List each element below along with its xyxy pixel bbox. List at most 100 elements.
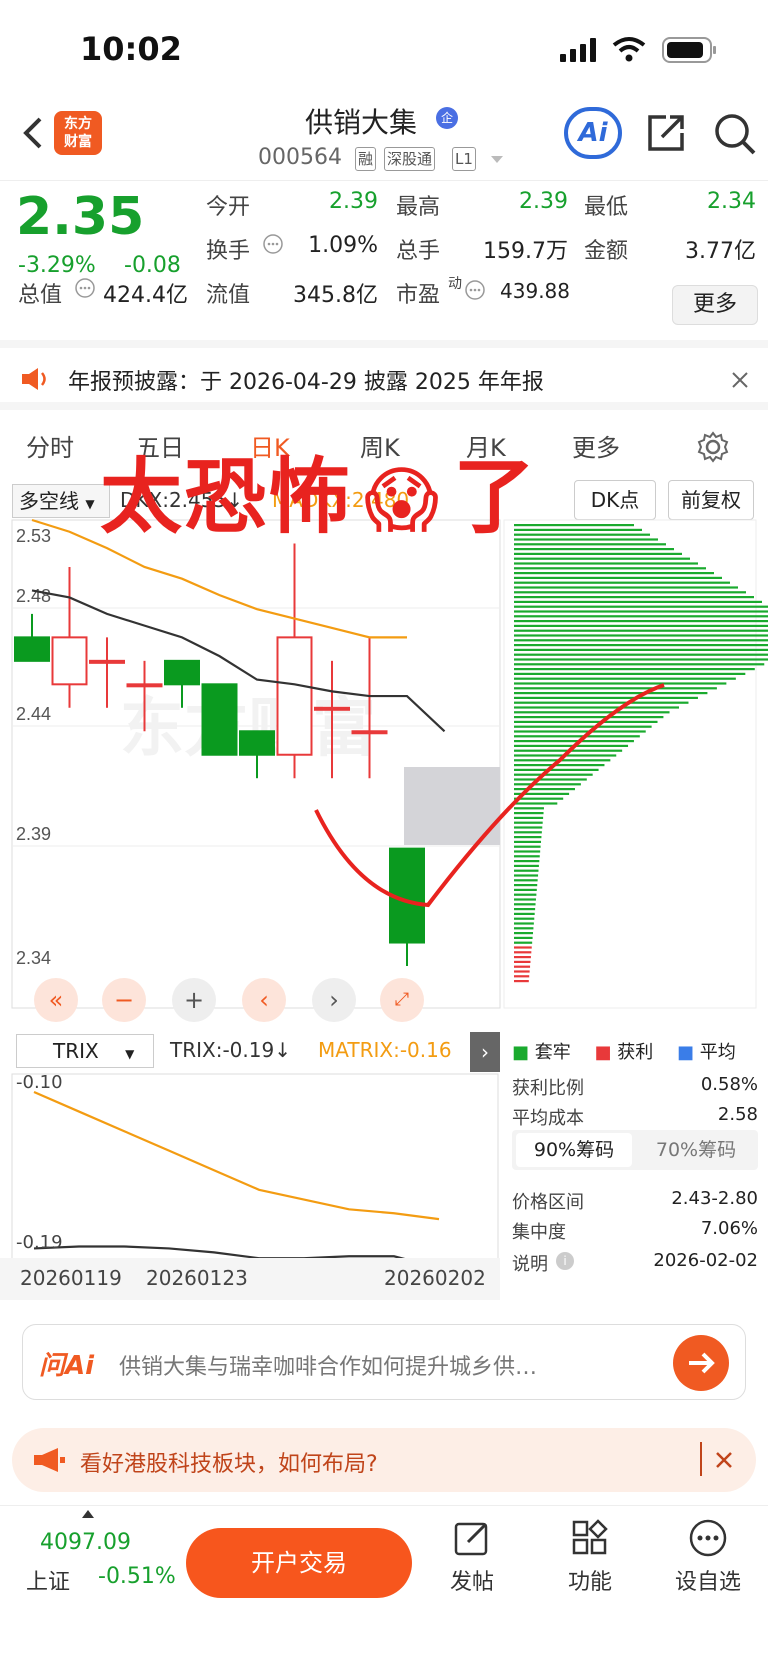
info-dots-icon[interactable] xyxy=(74,277,96,299)
zoom-out-icon[interactable]: − xyxy=(102,978,146,1022)
index-value[interactable]: 4097.09 xyxy=(40,1530,131,1555)
chip-bar xyxy=(514,864,539,867)
change-amount: -0.08 xyxy=(124,253,181,278)
back-arrow-icon[interactable] xyxy=(18,113,48,153)
chip-bar xyxy=(514,941,533,944)
chip-bar xyxy=(514,634,768,637)
chip-bar xyxy=(514,576,722,579)
low-value: 2.34 xyxy=(707,189,756,214)
date-label: 20260202 xyxy=(384,1266,486,1290)
pe-value: 439.88 xyxy=(500,279,570,303)
y-axis-label: 2.34 xyxy=(16,948,51,968)
battery-icon xyxy=(662,37,716,63)
enterprise-badge: 企 xyxy=(436,107,458,129)
turnover-label: 换手 xyxy=(206,239,251,264)
scream-emoji: 😱 xyxy=(364,458,442,542)
chip-bar xyxy=(514,927,534,930)
float-cap-label: 流值 xyxy=(206,283,251,308)
status-time: 10:02 xyxy=(80,30,182,68)
chip-bar xyxy=(514,663,765,666)
connect-tag: 深股通 xyxy=(384,147,436,171)
info-dots-icon[interactable] xyxy=(464,279,486,301)
chip-bar xyxy=(514,778,587,781)
info-dots-icon[interactable] xyxy=(262,233,284,255)
chip-bar xyxy=(514,850,541,853)
wifi-icon xyxy=(612,37,646,62)
notice-text: 年报预披露：于 2026-04-29 披露 2025 年年报 xyxy=(68,370,544,395)
more-dots-icon xyxy=(689,1519,727,1557)
grid-icon xyxy=(572,1519,608,1555)
chip-bar xyxy=(514,624,768,627)
amount-label: 金额 xyxy=(584,239,629,264)
nav-post[interactable]: 发帖 xyxy=(432,1518,512,1596)
chevron-down-icon[interactable] xyxy=(490,155,504,165)
candle xyxy=(314,706,350,711)
divider xyxy=(700,1442,702,1476)
promo-banner[interactable]: 看好港股科技板块，如何布局? xyxy=(12,1428,756,1492)
candle xyxy=(51,636,88,686)
promo-text: 看好港股科技板块，如何布局? xyxy=(80,1452,378,1477)
tab-chip-90[interactable]: 90%筹码 xyxy=(516,1133,632,1167)
chip-bar xyxy=(514,840,542,843)
candle xyxy=(239,730,275,756)
chip-bar xyxy=(514,639,768,642)
chip-bar xyxy=(514,836,542,839)
chip-bar xyxy=(514,917,535,920)
info-icon[interactable]: i xyxy=(556,1252,574,1270)
candle xyxy=(351,730,388,735)
chip-bar xyxy=(514,653,768,656)
chevron-left-icon[interactable]: ‹ xyxy=(242,978,286,1022)
status-bar: 10:02 xyxy=(0,0,768,100)
chip-bar xyxy=(514,970,530,973)
logo-line-1: 东方 xyxy=(64,116,92,132)
pe-dynamic-tag: 动 xyxy=(448,276,462,292)
legend-profit: 获利 xyxy=(617,1042,654,1063)
y-axis-label: 2.53 xyxy=(16,526,51,546)
chip-bar xyxy=(514,860,540,863)
candle xyxy=(14,636,50,662)
chip-bar xyxy=(514,912,535,915)
search-icon[interactable] xyxy=(712,111,758,157)
notice-bar[interactable]: 年报预披露：于 2026-04-29 披露 2025 年年报 xyxy=(0,340,768,410)
chip-bar xyxy=(514,807,544,810)
ask-ai-input[interactable]: 问Ai 供销大集与瑞幸咖啡合作如何提升城乡供… xyxy=(22,1324,746,1400)
send-button[interactable] xyxy=(673,1335,729,1391)
candlestick-chart[interactable]: 东方财富 2.532.482.442.392.34 xyxy=(0,480,768,1030)
zoom-in-icon[interactable]: + xyxy=(172,978,216,1022)
index-name[interactable]: 上证 xyxy=(26,1564,70,1596)
eastmoney-logo: 东方 财富 xyxy=(54,111,102,155)
close-icon[interactable] xyxy=(730,370,750,390)
chip-bar xyxy=(514,562,698,565)
gear-icon[interactable] xyxy=(696,430,730,464)
concentration-label: 集中度 xyxy=(512,1222,566,1243)
chip-bar xyxy=(514,672,746,675)
ai-button[interactable]: Ai xyxy=(564,107,622,159)
index-change[interactable]: -0.51% xyxy=(98,1564,176,1589)
candle xyxy=(276,636,313,756)
tab-intraday[interactable]: 分时 xyxy=(26,428,74,463)
profit-ratio-value: 0.58% xyxy=(700,1074,758,1095)
fullscreen-icon[interactable]: ⤢ xyxy=(380,978,424,1022)
legend-marker-profit: ■ xyxy=(594,1042,612,1063)
rewind-icon[interactable]: « xyxy=(34,978,78,1022)
trade-button[interactable]: 开户交易 xyxy=(186,1528,412,1598)
chip-bar xyxy=(514,788,575,791)
share-icon[interactable] xyxy=(644,111,688,155)
nav-watchlist[interactable]: 设自选 xyxy=(668,1518,748,1596)
chip-bar xyxy=(514,874,539,877)
close-icon[interactable] xyxy=(714,1450,734,1470)
chip-bar xyxy=(514,720,658,723)
logo-line-2: 财富 xyxy=(64,134,92,150)
nav-functions[interactable]: 功能 xyxy=(550,1518,630,1596)
chip-bar xyxy=(514,620,768,623)
tab-more[interactable]: 更多 xyxy=(572,428,620,463)
matrix-line xyxy=(33,1090,440,1221)
chip-bar xyxy=(514,567,706,570)
amount-value: 3.77亿 xyxy=(685,239,756,264)
tab-chip-70[interactable]: 70%筹码 xyxy=(638,1133,754,1167)
chip-bar xyxy=(514,581,730,584)
chevron-right-icon[interactable]: › xyxy=(312,978,356,1022)
chip-bar xyxy=(514,816,544,819)
more-button[interactable]: 更多 xyxy=(672,285,758,325)
nav-watchlist-label: 设自选 xyxy=(674,1570,741,1595)
